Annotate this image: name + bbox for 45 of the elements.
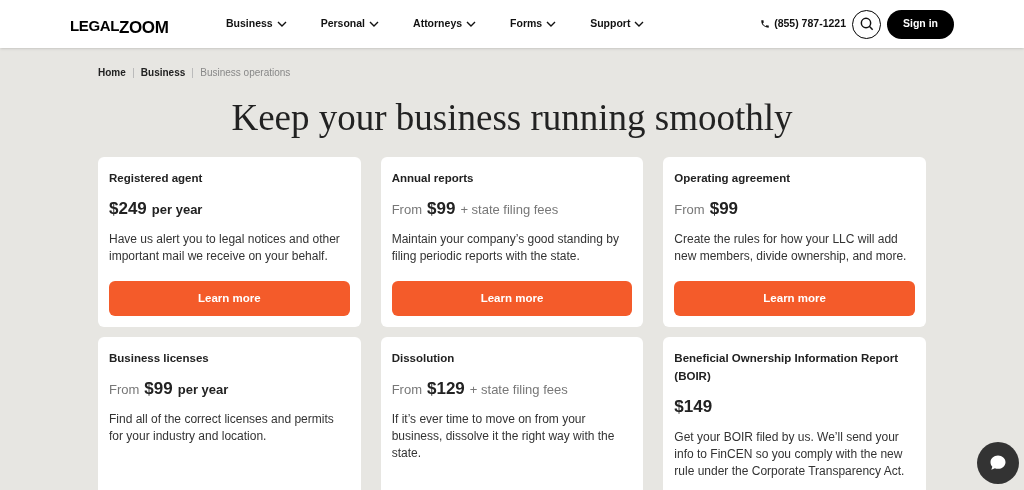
chevron-down-icon — [634, 21, 645, 27]
breadcrumb-link[interactable]: Business — [140, 65, 186, 80]
price-suffix: + state filing fees — [469, 381, 568, 399]
card-title: Operating agreement — [674, 171, 791, 186]
card-title: Annual reports — [391, 171, 475, 186]
price: $249 — [109, 198, 147, 220]
price-prefix: From — [391, 201, 422, 219]
price: $129 — [427, 378, 465, 400]
card-title: Business licenses — [109, 351, 210, 366]
card-title: Registered agent — [109, 171, 204, 186]
price: $149 — [674, 396, 713, 418]
card-description: Have us alert you to legal notices and other important mail we receive on your behalf. — [109, 230, 341, 265]
phone-number[interactable]: (855) 787-1221 — [774, 16, 846, 32]
card-title: Beneficial Ownership Information Report (BOIR) — [674, 351, 899, 384]
nav-menu[interactable]: Business — [226, 16, 287, 32]
search-icon — [858, 16, 875, 32]
price-prefix: From — [109, 381, 140, 399]
nav-menu[interactable]: Attorneys — [413, 16, 477, 32]
price: $99 — [427, 198, 456, 220]
price-suffix: per year — [151, 201, 203, 219]
price: $99 — [709, 198, 739, 220]
price: $99 — [144, 378, 173, 400]
price-suffix: + state filing fees — [460, 201, 559, 219]
page-heading: Keep your business running smoothly — [230, 96, 794, 140]
chat-bubble-icon — [988, 453, 1008, 473]
card-description: Create the rules for how your LLC will add new members, divide ownership, and more. — [674, 230, 908, 265]
card-description: Maintain your company’s good standing by filing periodic reports with the state. — [391, 230, 620, 265]
chevron-down-icon — [276, 21, 287, 27]
nav-menu[interactable]: Forms — [510, 16, 557, 32]
card-description: If it’s ever time to move on from your business, dissolve it the right way with the state. — [391, 410, 616, 462]
price-prefix: From — [391, 381, 422, 399]
chevron-down-icon — [546, 21, 557, 27]
phone-icon — [760, 19, 771, 29]
nav-menu[interactable]: Personal — [320, 16, 380, 32]
price-prefix: From — [674, 201, 705, 219]
chevron-down-icon — [369, 21, 380, 27]
sign-in-button[interactable]: Sign in — [887, 9, 954, 39]
chevron-down-icon — [466, 21, 477, 27]
card-description: Find all of the correct licenses and permits for your industry and location. — [109, 410, 335, 445]
card-description: Get your BOIR filed by us. We’ll send your info to FinCEN so you comply with the new rule under the Corporate Transparency Act. — [674, 428, 906, 480]
chat-button[interactable] — [977, 442, 1019, 484]
price-suffix: per year — [177, 381, 229, 399]
card-title: Dissolution — [391, 351, 456, 366]
breadcrumb-link[interactable]: Home — [98, 65, 126, 80]
nav-menu[interactable]: Support — [590, 16, 645, 32]
